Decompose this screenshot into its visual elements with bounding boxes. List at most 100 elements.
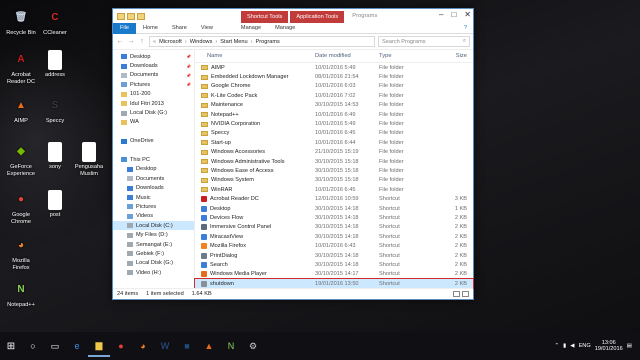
application-tools-tab[interactable]: Application Tools [290, 11, 345, 23]
nav-item-101-200[interactable]: 101-200 [113, 90, 194, 99]
nav-item-video-h[interactable]: Video (H:) [113, 268, 194, 277]
notification-icon[interactable]: ▤ [627, 343, 632, 349]
file-row[interactable]: PrintDialog 30/10/2015 14:18 Shortcut 2 KB [195, 251, 473, 260]
file-row[interactable]: Notepad++ 10/01/2016 6:49 File folder [195, 110, 473, 119]
file-row[interactable]: Windows Media Player 30/10/2015 14:17 Shor… [195, 270, 473, 279]
pin-icon[interactable]: 📌 [186, 73, 191, 78]
forward-icon[interactable]: → [127, 38, 135, 45]
nav-item-local-disk-g[interactable]: Local Disk (G:) [113, 259, 194, 268]
chrome-icon[interactable]: ● [110, 335, 132, 357]
help-icon[interactable]: ? [464, 25, 473, 31]
title-bar[interactable]: Shortcut Tools Application Tools Program… [113, 9, 473, 23]
search-input[interactable]: Search Programs ⌕ [378, 36, 470, 47]
tab-view[interactable]: View [194, 25, 220, 31]
nav-item-gebiek-f[interactable]: Gebiek (F:) [113, 249, 194, 258]
nav-item-music[interactable]: Music [113, 193, 194, 202]
nav-item-documents[interactable]: Documents 📌 [113, 71, 194, 80]
file-row[interactable]: Devices Flow 30/10/2015 14:18 Shortcut 2 KB [195, 213, 473, 222]
file-row[interactable]: Windows Accessories 21/10/2015 15:19 File … [195, 148, 473, 157]
edge-icon[interactable]: e [66, 335, 88, 357]
file-row[interactable]: WinRAR 10/01/2016 6:45 File folder [195, 185, 473, 194]
nav-item-pictures[interactable]: Pictures 📌 [113, 80, 194, 89]
nav-item-this-pc[interactable]: This PC [113, 155, 194, 164]
desktop-icon-geforce-experience[interactable]: ◆ GeForce Experience [4, 142, 38, 177]
file-row[interactable]: Acrobat Reader DC 12/01/2016 10:59 Shortcu… [195, 194, 473, 203]
nav-item-videos[interactable]: Videos [113, 212, 194, 221]
column-header-date[interactable]: Date modified [315, 53, 379, 59]
file-row[interactable]: Immersive Control Panel 30/10/2015 14:18 S… [195, 223, 473, 232]
nav-item-local-disk-g[interactable]: Local Disk (G:) [113, 108, 194, 117]
nav-item-onedrive[interactable]: OneDrive [113, 137, 194, 146]
desktop-icon-post[interactable]: post [38, 190, 72, 219]
nav-item-downloads[interactable]: Downloads [113, 183, 194, 192]
nav-item-documents[interactable]: Documents [113, 174, 194, 183]
pin-icon[interactable]: 📌 [186, 54, 191, 59]
tab-manage-shortcut[interactable]: Manage [234, 25, 268, 31]
breadcrumb-item[interactable]: Windows [190, 39, 213, 45]
address-bar[interactable]: « Microsoft › Windows › Start Menu › Pro… [149, 36, 375, 47]
settings-icon[interactable]: ⚙ [242, 335, 264, 357]
minimize-icon[interactable]: – [439, 10, 443, 19]
word-icon[interactable]: W [154, 335, 176, 357]
column-header-name[interactable]: Name [195, 53, 315, 59]
properties-icon[interactable] [127, 12, 135, 20]
network-icon[interactable]: ▮ [563, 343, 566, 349]
column-header-size[interactable]: Size [437, 53, 467, 59]
file-row[interactable]: Google Chrome 10/01/2016 6:03 File folder [195, 82, 473, 91]
desktop-icon-google-chrome[interactable]: ● Google Chrome [4, 190, 38, 225]
firefox-icon[interactable]: ◕ [132, 335, 154, 357]
file-row[interactable]: AIMP 10/01/2016 5:49 File folder [195, 63, 473, 72]
chevron-up-icon[interactable]: ⌃ [554, 343, 559, 349]
file-row[interactable]: Desktop 30/10/2015 14:18 Shortcut 1 KB [195, 204, 473, 213]
close-icon[interactable]: ✕ [464, 10, 471, 19]
back-icon[interactable]: ← [116, 38, 124, 45]
file-row[interactable]: Maintenance 30/10/2015 14:53 File folder [195, 101, 473, 110]
nav-item-idul-fitri-2013[interactable]: Idul Fitri 2013 [113, 99, 194, 108]
start-icon[interactable]: ⊞ [0, 341, 22, 352]
pin-icon[interactable]: 📌 [186, 82, 191, 87]
nav-item-downloads[interactable]: Downloads 📌 [113, 61, 194, 70]
maximize-icon[interactable]: □ [451, 10, 456, 19]
file-row[interactable]: Embedded Lockdown Manager 08/01/2016 21:5… [195, 72, 473, 81]
volume-icon[interactable]: ◀ [570, 343, 574, 349]
new-folder-icon[interactable] [137, 12, 145, 20]
desktop-icon-acrobat-reader-dc[interactable]: A Acrobat Reader DC [4, 50, 38, 85]
desktop-icon-sony[interactable]: sony [38, 142, 72, 171]
nav-item-wa[interactable]: WA [113, 118, 194, 127]
file-row[interactable]: Windows System 30/10/2015 15:18 File folde… [195, 176, 473, 185]
desktop-icon-pengusaha-muslim[interactable]: Pengusaha Muslim [72, 142, 106, 177]
nav-item-semangat-e[interactable]: Semangat (E:) [113, 240, 194, 249]
aimp-icon[interactable]: ▲ [198, 335, 220, 357]
up-icon[interactable]: ↑ [138, 38, 146, 45]
desktop-icon-mozilla-firefox[interactable]: ◕ Mozilla Firefox [4, 236, 38, 271]
breadcrumb-item[interactable]: Programs [256, 39, 280, 45]
tab-manage-application[interactable]: Manage [268, 25, 302, 31]
file-row[interactable]: Search 30/10/2015 14:18 Shortcut 2 KB [195, 260, 473, 269]
large-icons-view-icon[interactable] [462, 291, 469, 297]
desktop-icon-aimp[interactable]: ▲ AIMP [4, 96, 38, 125]
task-view-icon[interactable]: ▭ [44, 335, 66, 357]
nav-item-local-disk-c[interactable]: Local Disk (C:) [113, 221, 194, 231]
file-row[interactable]: shutdown 19/01/2016 13:50 Shortcut 2 KB [194, 277, 474, 290]
file-row[interactable]: Start-up 10/01/2016 6:44 File folder [195, 138, 473, 147]
desktop-icon-address[interactable]: address [38, 50, 72, 79]
details-view-icon[interactable] [453, 291, 460, 297]
language-indicator[interactable]: ENG [579, 343, 591, 349]
desktop-icon-recycle-bin[interactable]: 🗑 Recycle Bin [4, 8, 38, 37]
file-explorer-window[interactable]: Shortcut Tools Application Tools Program… [112, 8, 474, 300]
pin-icon[interactable]: 📌 [186, 64, 191, 69]
file-row[interactable]: Windows Administrative Tools 30/10/2015 1… [195, 157, 473, 166]
tab-file[interactable]: File [113, 22, 137, 34]
file-row[interactable]: NVIDIA Corporation 10/01/2016 5:49 File fo… [195, 119, 473, 128]
desktop-icon-ccleaner[interactable]: C CCleaner [38, 8, 72, 37]
breadcrumb-item[interactable]: Microsoft [159, 39, 182, 45]
file-row[interactable]: Speccy 10/01/2016 6:45 File folder [195, 129, 473, 138]
nav-item-desktop[interactable]: Desktop 📌 [113, 52, 194, 61]
notepadpp-icon[interactable]: N [220, 335, 242, 357]
nav-item-desktop[interactable]: Desktop [113, 165, 194, 174]
desktop-icon-notepad[interactable]: N Notepad++ [4, 280, 38, 309]
file-explorer-icon[interactable]: ▆ [88, 335, 110, 357]
desktop-icon-speccy[interactable]: S Speccy [38, 96, 72, 125]
file-row[interactable]: Mozilla Firefox 10/01/2016 6:43 Shortcut 2 … [195, 241, 473, 250]
breadcrumb-item[interactable]: Start Menu [220, 39, 247, 45]
